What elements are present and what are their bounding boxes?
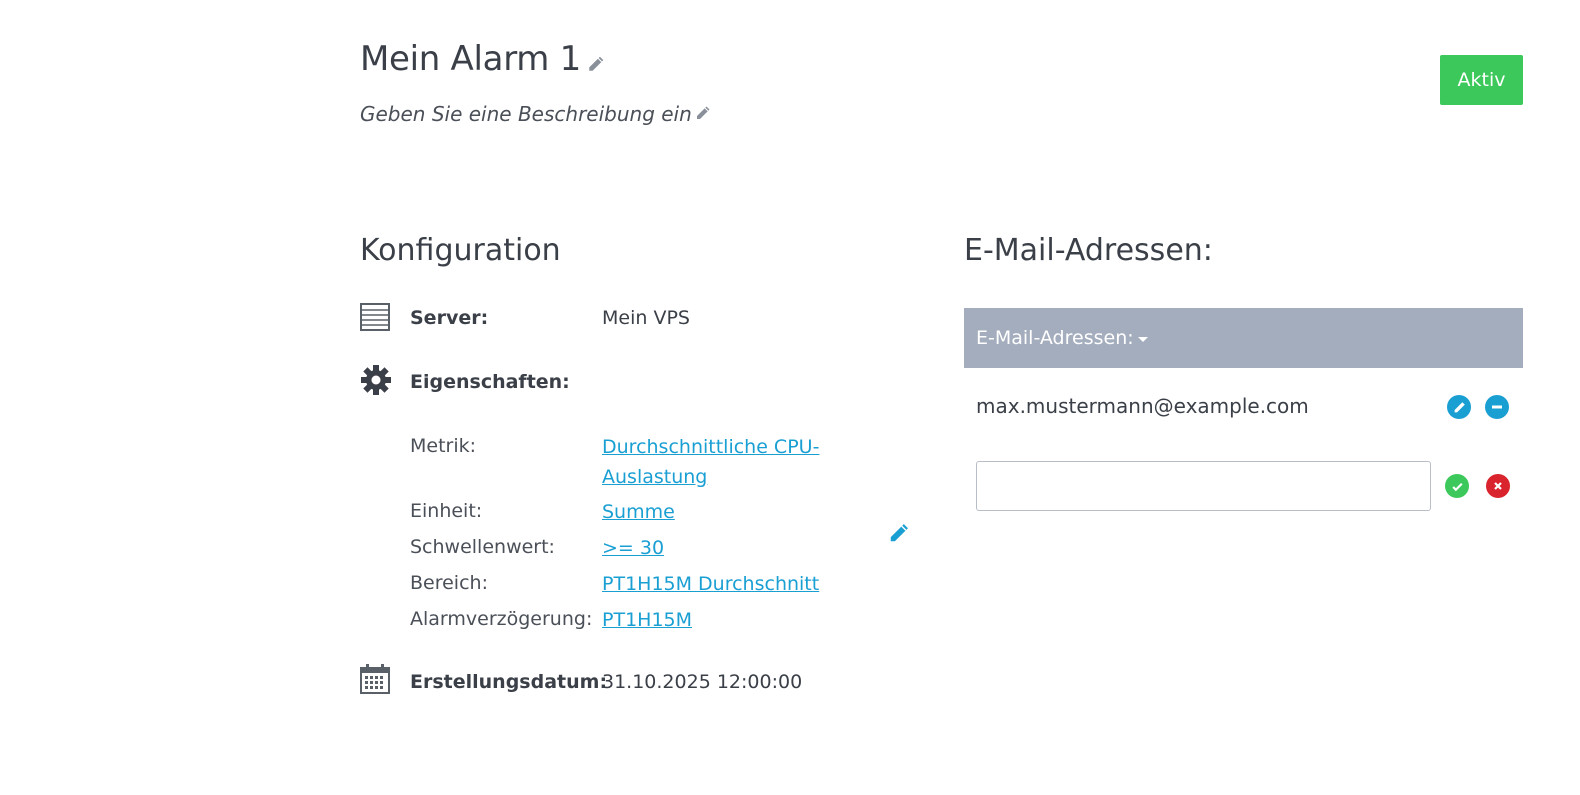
- created-value: 31.10.2025 12:00:00: [602, 671, 803, 693]
- edit-description-pencil-icon[interactable]: [695, 102, 711, 126]
- edit-properties-pencil-icon[interactable]: [888, 522, 910, 548]
- edit-email-pencil-icon[interactable]: [1447, 395, 1471, 419]
- calendar-icon: [360, 664, 390, 698]
- new-email-input[interactable]: [976, 461, 1431, 511]
- range-label: Bereich:: [410, 572, 488, 594]
- properties-label: Eigenschaften:: [410, 371, 570, 393]
- email-heading: E-Mail-Adressen:: [964, 233, 1213, 268]
- server-value: Mein VPS: [602, 307, 690, 329]
- delay-label: Alarmverzögerung:: [410, 608, 593, 630]
- caret-down-icon: [1137, 336, 1148, 342]
- threshold-label: Schwellenwert:: [410, 536, 555, 558]
- alarm-title-wrapper: Mein Alarm 1: [360, 36, 605, 82]
- metric-label: Metrik:: [410, 435, 477, 457]
- alarm-description[interactable]: Geben Sie eine Beschreibung ein: [360, 102, 692, 126]
- remove-email-minus-icon[interactable]: [1485, 395, 1509, 419]
- unit-link[interactable]: Summe: [602, 497, 675, 527]
- gear-icon: [360, 364, 392, 400]
- email-item: max.mustermann@example.com: [976, 394, 1309, 418]
- threshold-link[interactable]: >= 30: [602, 533, 664, 563]
- range-link[interactable]: PT1H15M Durchschnitt: [602, 569, 819, 599]
- server-icon: [360, 303, 390, 335]
- delay-link[interactable]: PT1H15M: [602, 605, 692, 635]
- alarm-title: Mein Alarm 1: [360, 39, 581, 79]
- metric-link[interactable]: Durchschnittliche CPU-Auslastung: [602, 432, 842, 492]
- status-active-button[interactable]: Aktiv: [1440, 55, 1523, 105]
- configuration-heading: Konfiguration: [360, 233, 561, 268]
- server-label: Server:: [410, 307, 489, 329]
- email-header-label: E-Mail-Adressen:: [976, 327, 1134, 349]
- unit-label: Einheit:: [410, 500, 483, 522]
- created-label: Erstellungsdatum:: [410, 671, 608, 693]
- description-wrapper: Geben Sie eine Beschreibung ein: [360, 102, 711, 126]
- cancel-x-icon[interactable]: [1486, 474, 1510, 498]
- email-list-header[interactable]: E-Mail-Adressen:: [964, 308, 1523, 368]
- edit-title-pencil-icon[interactable]: [587, 42, 605, 82]
- confirm-check-icon[interactable]: [1445, 474, 1469, 498]
